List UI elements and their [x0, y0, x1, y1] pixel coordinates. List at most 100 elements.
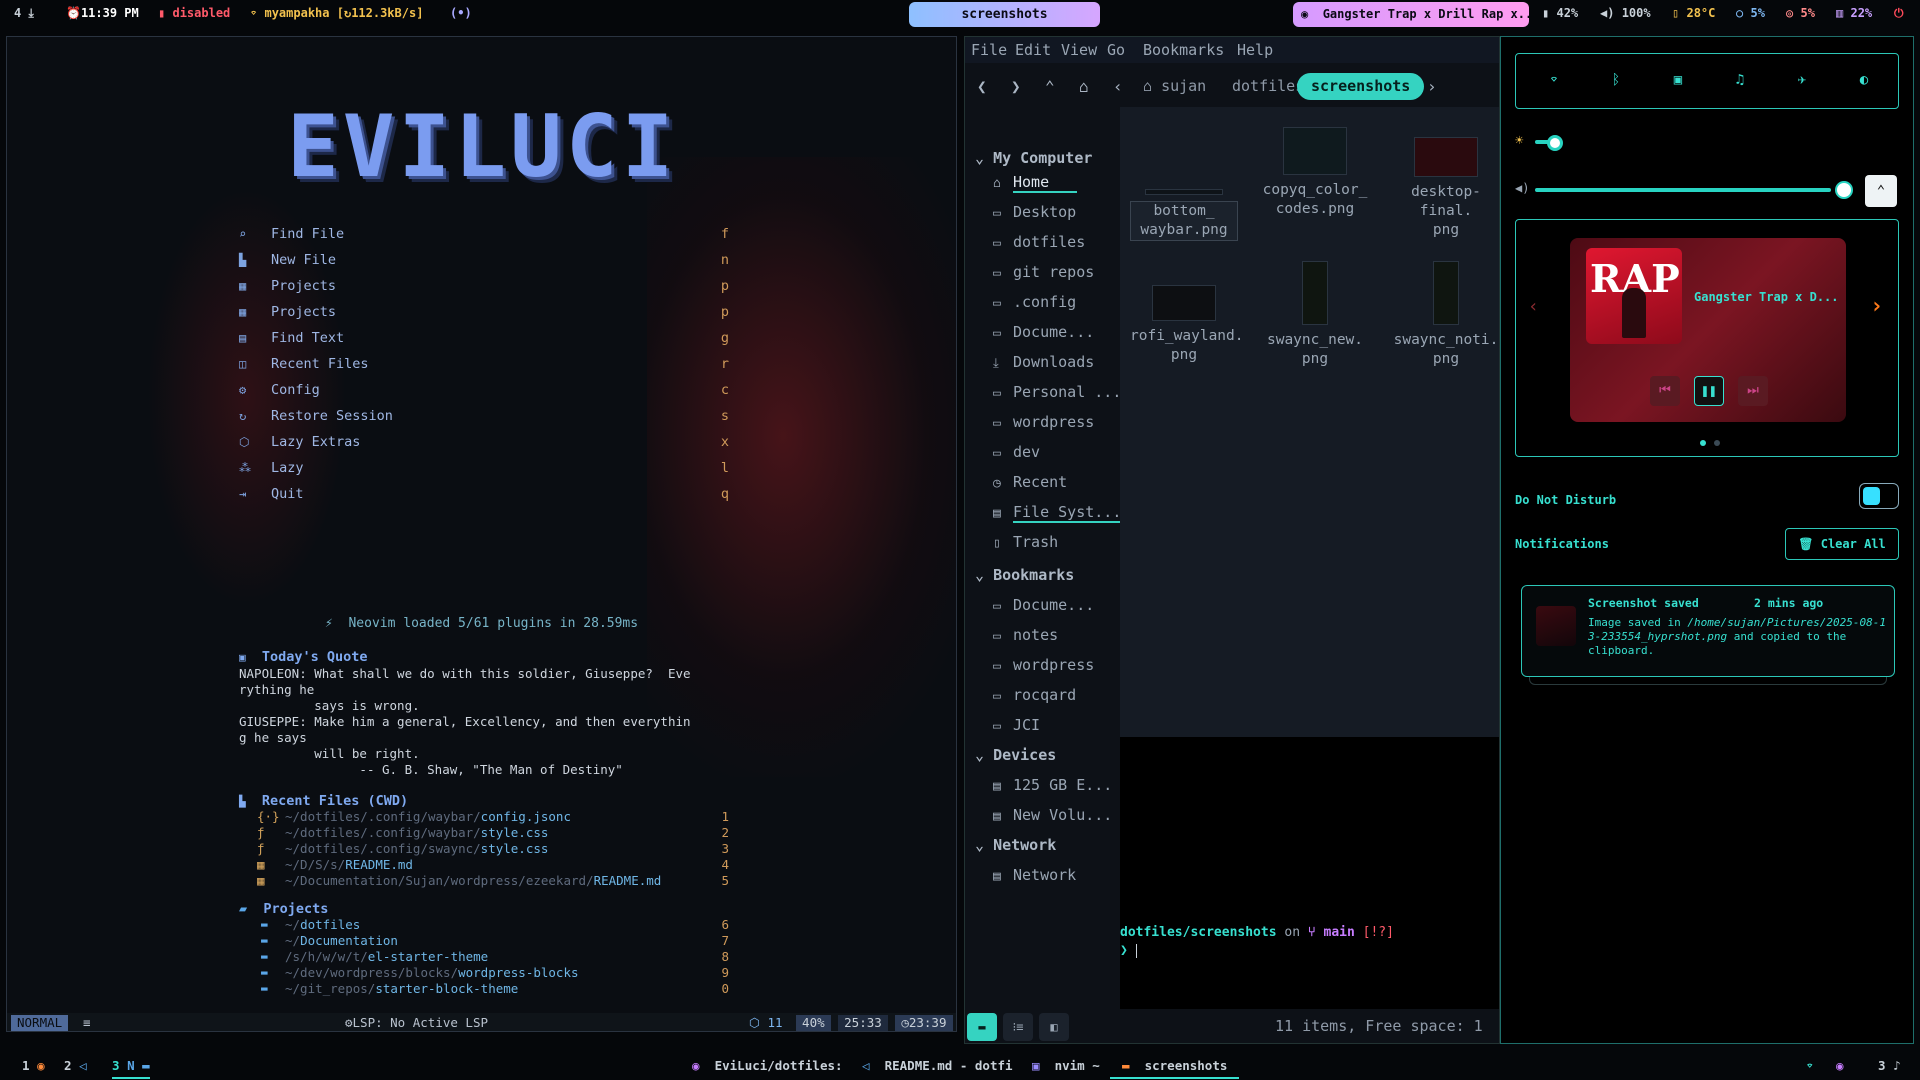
expand-icon[interactable]: ⌃: [1865, 175, 1897, 207]
tray-app-icon[interactable]: ◉: [1836, 1058, 1844, 1073]
recent-file-item[interactable]: ▦ ~/D/S/s/README.md 4: [257, 857, 729, 873]
menu-edit[interactable]: Edit: [1015, 41, 1051, 59]
dashboard-item-projects[interactable]: ▦ Projects p: [239, 304, 729, 324]
dashboard-item-find-file[interactable]: ⌕ Find File f: [239, 226, 729, 246]
crumb-left-icon[interactable]: ‹: [1113, 77, 1123, 96]
crumb-sujan[interactable]: ⌂ sujan: [1143, 77, 1206, 95]
sidebar-item[interactable]: ▤ New Volu...: [993, 806, 1112, 824]
file-manager-window[interactable]: File Edit View Go Bookmarks Help ❮ ❯ ⌃ ⌂…: [964, 36, 1500, 1044]
file-item[interactable]: bottom_ waybar.png: [1130, 127, 1238, 241]
dashboard-item-restore-session[interactable]: ↻ Restore Session s: [239, 408, 729, 428]
battery-indicator[interactable]: ▮ 42%: [1542, 6, 1578, 20]
wifi-icon[interactable]: ⌔: [1544, 72, 1564, 88]
sidebar-item[interactable]: ◷ Recent: [993, 473, 1067, 491]
file-item[interactable]: swaync_new. png: [1261, 261, 1369, 369]
dashboard-item-quit[interactable]: ⇥ Quit q: [239, 486, 729, 506]
workspace-1[interactable]: 1 ◉: [22, 1058, 45, 1073]
sidebar-item[interactable]: ▯ Trash: [993, 533, 1058, 551]
file-item[interactable]: rofi_wayland. png: [1130, 261, 1244, 365]
project-item[interactable]: ▬ ~/dotfiles 6: [257, 917, 729, 933]
section-devices[interactable]: ⌄ Devices: [975, 746, 1056, 764]
mic-icon[interactable]: (•): [450, 6, 472, 20]
sidebar-item[interactable]: ⤓ Downloads: [993, 353, 1094, 371]
recent-file-item[interactable]: ƒ ~/dotfiles/.config/waybar/style.css 2: [257, 825, 729, 841]
sidebar-item[interactable]: ▭ Desktop: [993, 203, 1076, 221]
project-item[interactable]: ▬ ~/dev/wordpress/blocks/wordpress-blocks…: [257, 965, 729, 981]
recent-file-item[interactable]: {·} ~/dotfiles/.config/waybar/config.json…: [257, 809, 729, 825]
network-indicator[interactable]: ⌔ myampakha [↻112.3kB/s]: [250, 6, 423, 20]
rewind-icon[interactable]: ⏮: [1650, 376, 1680, 406]
sidebar-item[interactable]: ▤ Network: [993, 866, 1076, 884]
notification-count[interactable]: 3 ♪: [1878, 1058, 1901, 1073]
power-icon[interactable]: ⏻: [1894, 6, 1904, 21]
task-screenshots[interactable]: ▬ screenshots: [1110, 1058, 1240, 1079]
project-item[interactable]: ▬ /s/h/w/w/t/el-starter-theme 8: [257, 949, 729, 965]
terminal-input[interactable]: ❯: [1120, 943, 1137, 958]
workspace-indicator[interactable]: 4 ⤓: [14, 6, 34, 21]
dashboard-item-projects[interactable]: ▦ Projects p: [239, 278, 729, 298]
airplane-icon[interactable]: ✈: [1792, 72, 1812, 88]
disabled-indicator[interactable]: ▮ disabled: [158, 6, 230, 20]
sidebar-item[interactable]: ▭ git repos: [993, 263, 1094, 281]
page-dot[interactable]: [1714, 440, 1720, 446]
dashboard-item-new-file[interactable]: ▙ New File n: [239, 252, 729, 272]
bluetooth-icon[interactable]: ᛒ: [1606, 72, 1626, 88]
dnd-toggle[interactable]: [1859, 483, 1899, 509]
pause-icon[interactable]: ❚❚: [1694, 376, 1724, 406]
forward-icon[interactable]: ⏭: [1738, 376, 1768, 406]
file-item[interactable]: swaync_noti. png: [1392, 261, 1499, 369]
sidebar-item[interactable]: ▭ wordpress: [993, 413, 1094, 431]
task-readme[interactable]: ◁ README.md - dotfi: [862, 1058, 1013, 1073]
sidebar-item[interactable]: ▭ dotfiles: [993, 233, 1085, 251]
clear-all-button[interactable]: 🗑 Clear All: [1785, 528, 1899, 560]
back-icon[interactable]: ❮: [977, 77, 987, 96]
screenshot-icon[interactable]: ▣: [1668, 72, 1688, 88]
crumb-right-icon[interactable]: ›: [1427, 77, 1437, 96]
page-dot-active[interactable]: [1700, 440, 1706, 446]
menu-go[interactable]: Go: [1107, 41, 1125, 59]
section-my-computer[interactable]: ⌄ My Computer: [975, 149, 1092, 167]
up-icon[interactable]: ⌃: [1045, 77, 1055, 96]
crumb-dotfiles[interactable]: dotfiles: [1232, 77, 1304, 95]
workspace-2[interactable]: 2 ◁: [64, 1058, 87, 1073]
sidebar-item[interactable]: ▭ Personal ...: [993, 383, 1121, 401]
workspace-3[interactable]: 3 N ▬: [112, 1058, 150, 1079]
places-toggle-icon[interactable]: ▬: [967, 1013, 997, 1041]
dashboard-item-lazy[interactable]: ⁂ Lazy l: [239, 460, 729, 480]
dashboard-item-lazy-extras[interactable]: ⬡ Lazy Extras x: [239, 434, 729, 454]
sidebar-item[interactable]: ▭ notes: [993, 626, 1058, 644]
dashboard-item-config[interactable]: ⚙ Config c: [239, 382, 729, 402]
sidebar-item[interactable]: ⌂ Home: [993, 173, 1078, 193]
menu-view[interactable]: View: [1061, 41, 1097, 59]
mem-indicator[interactable]: ◎ 5%: [1786, 6, 1815, 20]
recent-file-item[interactable]: ƒ ~/dotfiles/.config/swaync/style.css 3: [257, 841, 729, 857]
home-icon[interactable]: ⌂: [1079, 77, 1089, 96]
volume-knob[interactable]: [1835, 181, 1853, 199]
sidebar-item[interactable]: ▭ wordpress: [993, 656, 1094, 674]
night-icon[interactable]: ◐: [1854, 72, 1874, 88]
sidebar-item[interactable]: ▭ Docume...: [993, 323, 1094, 341]
sidebar-item[interactable]: ▭ .config: [993, 293, 1076, 311]
menu-file[interactable]: File: [971, 41, 1007, 59]
notification-card[interactable]: Screenshot saved 2 mins ago Image saved …: [1521, 585, 1895, 677]
dashboard-item-find-text[interactable]: ▤ Find Text g: [239, 330, 729, 350]
embedded-terminal[interactable]: dotfiles/screenshots on ⑂ main [!?] ❯: [1120, 737, 1499, 1043]
temp-indicator[interactable]: ▯ 28°C: [1672, 6, 1715, 20]
forward-icon[interactable]: ❯: [1011, 77, 1021, 96]
menu-bookmarks[interactable]: Bookmarks: [1143, 41, 1224, 59]
neovim-window[interactable]: EVILUCI ⌕ Find File f ▙ New File n ▦ Projects p ▦…: [6, 36, 957, 1032]
sidebar-item[interactable]: ▤ 125 GB E...: [993, 776, 1112, 794]
active-window-label[interactable]: screenshots: [909, 2, 1100, 27]
volume-indicator[interactable]: ◀) 100%: [1600, 6, 1651, 20]
menu-help[interactable]: Help: [1237, 41, 1273, 59]
tree-toggle-icon[interactable]: ⁝≡: [1003, 1013, 1033, 1041]
project-item[interactable]: ▬ ~/Documentation 7: [257, 933, 729, 949]
next-player-icon[interactable]: ›: [1870, 294, 1883, 319]
sidebar-item[interactable]: ▭ dev: [993, 443, 1040, 461]
task-eviluci[interactable]: ◉ EviLuci/dotfiles:: [692, 1058, 843, 1073]
dashboard-item-recent-files[interactable]: ◫ Recent Files r: [239, 356, 729, 376]
brightness-slider[interactable]: [1535, 135, 1565, 151]
sidebar-item[interactable]: ▤ File Syst...: [993, 503, 1122, 523]
project-item[interactable]: ▬ ~/git_repos/starter-block-theme 0: [257, 981, 729, 997]
recent-file-item[interactable]: ▦ ~/Documentation/Sujan/wordpress/ezeekar…: [257, 873, 729, 889]
